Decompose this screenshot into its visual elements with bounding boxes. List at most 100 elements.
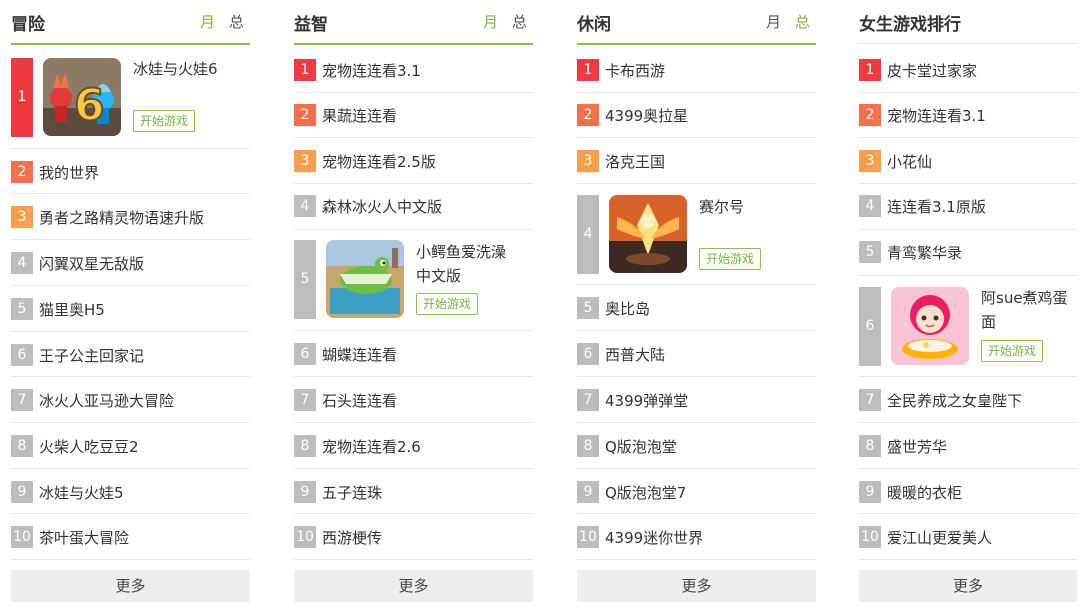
list-item[interactable]: 8 Q版泡泡堂 — [577, 423, 816, 469]
game-name[interactable]: 小花仙 — [887, 151, 932, 172]
game-name[interactable]: 闪翼双星无敌版 — [39, 253, 144, 274]
list-item[interactable]: 7 全民养成之女皇陛下 — [859, 377, 1077, 423]
more-button[interactable]: 更多 — [294, 570, 533, 602]
game-name[interactable]: 我的世界 — [39, 162, 99, 183]
more-button[interactable]: 更多 — [577, 570, 816, 602]
list-item[interactable]: 7 4399弹弹堂 — [577, 377, 816, 423]
list-item[interactable]: 3 小花仙 — [859, 138, 1077, 184]
game-name[interactable]: 全民养成之女皇陛下 — [887, 390, 1022, 411]
game-name[interactable]: 宠物连连看3.1 — [322, 60, 421, 81]
list-item[interactable]: 2 4399奥拉星 — [577, 93, 816, 138]
game-name[interactable]: 卡布西游 — [605, 60, 665, 81]
list-item[interactable]: 5 猫里奥H5 — [11, 286, 250, 332]
game-name[interactable]: 奥比岛 — [605, 298, 650, 319]
tab-total[interactable]: 总 — [795, 13, 810, 31]
tab-month[interactable]: 月 — [766, 13, 781, 31]
game-name[interactable]: 西普大陆 — [605, 344, 665, 365]
start-game-button[interactable]: 开始游戏 — [133, 110, 196, 132]
game-name[interactable]: 皮卡堂过家家 — [887, 60, 977, 81]
game-name[interactable]: 4399奥拉星 — [605, 105, 688, 126]
list-item[interactable]: 6 西普大陆 — [577, 331, 816, 377]
featured-item[interactable]: 6 阿sue煮鸡蛋面 开始游戏 — [859, 276, 1077, 377]
tab-month[interactable]: 月 — [483, 13, 498, 31]
game-name[interactable]: 猫里奥H5 — [39, 299, 105, 320]
start-game-button[interactable]: 开始游戏 — [699, 248, 762, 270]
column-title: 益智 — [294, 15, 328, 35]
game-name[interactable]: 冰火人亚马逊大冒险 — [39, 390, 174, 411]
list-item[interactable]: 2 果蔬连连看 — [294, 93, 533, 138]
game-name[interactable]: 盛世芳华 — [887, 436, 947, 457]
game-name[interactable]: 洛克王国 — [605, 151, 665, 172]
list-item[interactable]: 5 青鸾繁华录 — [859, 230, 1077, 276]
game-name[interactable]: 爱江山更爱美人 — [887, 527, 992, 548]
game-name[interactable]: 蝴蝶连连看 — [322, 344, 397, 365]
game-name[interactable]: 赛尔号 — [699, 195, 809, 219]
game-name[interactable]: 小鳄鱼爱洗澡中文版 — [416, 240, 514, 288]
list-item[interactable]: 1 皮卡堂过家家 — [859, 47, 1077, 93]
game-name[interactable]: 火柴人吃豆豆2 — [39, 436, 139, 457]
game-name[interactable]: 宠物连连看3.1 — [887, 105, 986, 126]
list-item[interactable]: 8 盛世芳华 — [859, 423, 1077, 469]
game-name[interactable]: 暖暖的衣柜 — [887, 482, 962, 503]
list-item[interactable]: 7 石头连连看 — [294, 377, 533, 423]
game-name[interactable]: 阿sue煮鸡蛋面 — [981, 286, 1073, 334]
list-item[interactable]: 3 宠物连连看2.5版 — [294, 138, 533, 184]
game-name[interactable]: 石头连连看 — [322, 390, 397, 411]
list-item[interactable]: 9 暖暖的衣柜 — [859, 469, 1077, 514]
more-button[interactable]: 更多 — [859, 570, 1077, 602]
list-item[interactable]: 2 宠物连连看3.1 — [859, 93, 1077, 138]
list-item[interactable]: 9 Q版泡泡堂7 — [577, 469, 816, 514]
rank-badge: 6 — [11, 344, 33, 366]
list-item[interactable]: 4 森林冰火人中文版 — [294, 184, 533, 230]
game-name[interactable]: 勇者之路精灵物语速升版 — [39, 207, 204, 228]
list-item[interactable]: 6 王子公主回家记 — [11, 332, 250, 377]
tab-month[interactable]: 月 — [200, 13, 215, 31]
tab-total[interactable]: 总 — [512, 13, 527, 31]
list-item[interactable]: 9 五子连珠 — [294, 469, 533, 514]
list-item[interactable]: 2 我的世界 — [11, 149, 250, 194]
list-item[interactable]: 9 冰娃与火娃5 — [11, 469, 250, 514]
game-name[interactable]: Q版泡泡堂 — [605, 436, 677, 457]
game-name[interactable]: 五子连珠 — [322, 482, 382, 503]
tab-total[interactable]: 总 — [229, 13, 244, 31]
game-name[interactable]: 冰娃与火娃5 — [39, 482, 124, 503]
fireboy-watergirl-icon[interactable]: 6 — [43, 58, 121, 136]
list-item[interactable]: 6 蝴蝶连连看 — [294, 331, 533, 377]
game-name[interactable]: 4399迷你世界 — [605, 527, 703, 548]
game-name[interactable]: 连连看3.1原版 — [887, 196, 986, 217]
list-item[interactable]: 4 闪翼双星无敌版 — [11, 240, 250, 286]
list-item[interactable]: 10 爱江山更爱美人 — [859, 514, 1077, 560]
list-item[interactable]: 3 勇者之路精灵物语速升版 — [11, 194, 250, 240]
list-item[interactable]: 10 西游梗传 — [294, 514, 533, 560]
featured-item[interactable]: 1 6 冰娃与火娃6 开始游戏 — [11, 47, 250, 149]
game-name[interactable]: Q版泡泡堂7 — [605, 482, 686, 503]
girl-cooking-icon[interactable] — [891, 287, 969, 365]
game-name[interactable]: 冰娃与火娃6 — [133, 57, 243, 81]
list-item[interactable]: 8 宠物连连看2.6 — [294, 423, 533, 469]
list-item[interactable]: 10 4399迷你世界 — [577, 514, 816, 560]
list-item[interactable]: 10 茶叶蛋大冒险 — [11, 514, 250, 560]
list-item[interactable]: 1 卡布西游 — [577, 47, 816, 93]
game-name[interactable]: 果蔬连连看 — [322, 105, 397, 126]
list-item[interactable]: 3 洛克王国 — [577, 138, 816, 184]
list-item[interactable]: 8 火柴人吃豆豆2 — [11, 423, 250, 469]
start-game-button[interactable]: 开始游戏 — [981, 340, 1044, 362]
seer-icon[interactable] — [609, 195, 687, 273]
list-item[interactable]: 4 连连看3.1原版 — [859, 184, 1077, 230]
list-item[interactable]: 5 奥比岛 — [577, 285, 816, 331]
game-name[interactable]: 宠物连连看2.6 — [322, 436, 421, 457]
list-item[interactable]: 7 冰火人亚马逊大冒险 — [11, 377, 250, 423]
game-name[interactable]: 4399弹弹堂 — [605, 390, 688, 411]
crocodile-icon[interactable] — [326, 240, 404, 318]
list-item[interactable]: 1 宠物连连看3.1 — [294, 47, 533, 93]
game-name[interactable]: 宠物连连看2.5版 — [322, 151, 436, 172]
game-name[interactable]: 西游梗传 — [322, 527, 382, 548]
featured-item[interactable]: 4 赛尔号 开始游戏 — [577, 184, 816, 285]
game-name[interactable]: 青鸾繁华录 — [887, 242, 962, 263]
game-name[interactable]: 王子公主回家记 — [39, 345, 144, 366]
more-button[interactable]: 更多 — [11, 570, 250, 602]
start-game-button[interactable]: 开始游戏 — [416, 293, 479, 315]
featured-item[interactable]: 5 小鳄鱼爱洗澡中文版 开始游戏 — [294, 230, 533, 331]
game-name[interactable]: 森林冰火人中文版 — [322, 196, 442, 217]
game-name[interactable]: 茶叶蛋大冒险 — [39, 527, 129, 548]
